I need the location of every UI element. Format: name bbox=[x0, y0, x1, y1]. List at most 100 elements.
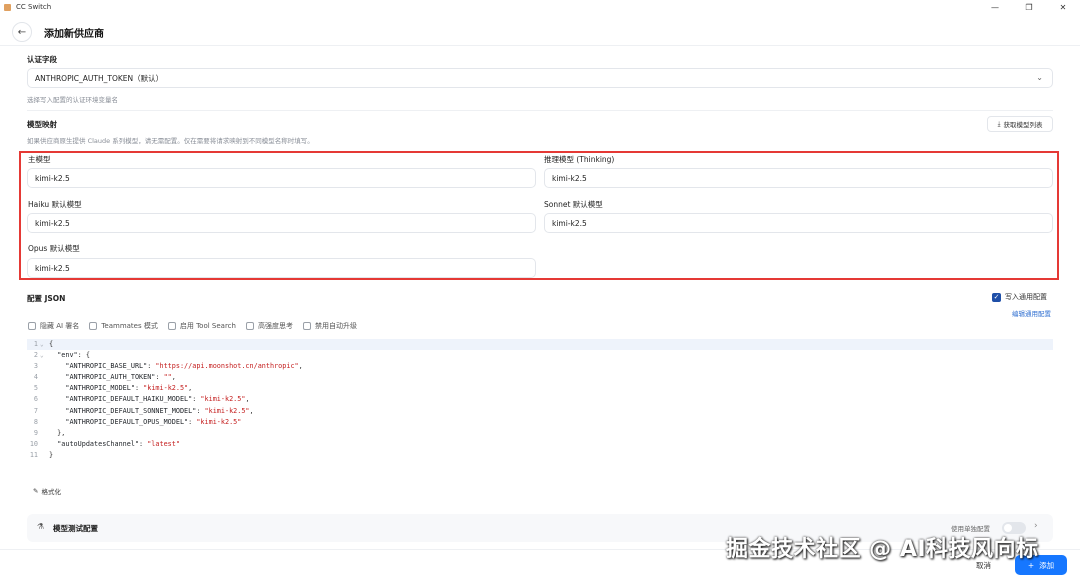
page-header: ← 添加新供应商 bbox=[0, 18, 1080, 46]
option-hide-ai-signature[interactable]: 隐藏 AI 署名 bbox=[28, 321, 79, 331]
code-key: "ANTHROPIC_AUTH_TOKEN" bbox=[65, 373, 156, 382]
close-window-button[interactable]: ✕ bbox=[1046, 0, 1080, 14]
fold-gutter bbox=[40, 372, 49, 383]
code-punct: , bbox=[298, 362, 303, 371]
reasoning-model-label: 推理模型 (Thinking) bbox=[544, 155, 615, 164]
checkbox-icon[interactable] bbox=[302, 322, 311, 330]
code-punct bbox=[49, 439, 57, 450]
fold-gutter bbox=[40, 450, 49, 461]
fetch-models-button[interactable]: ⤓ 获取模型列表 bbox=[987, 116, 1053, 132]
code-string: "kimi-k2.5" bbox=[200, 395, 246, 404]
code-line: 3 "ANTHROPIC_BASE_URL": "https://api.moo… bbox=[27, 361, 1053, 372]
fold-gutter bbox=[40, 361, 49, 372]
code-key: "ANTHROPIC_MODEL" bbox=[65, 384, 135, 393]
code-line: 8 "ANTHROPIC_DEFAULT_OPUS_MODEL": "kimi-… bbox=[27, 417, 1053, 428]
code-punct bbox=[49, 417, 65, 428]
code-punct bbox=[49, 372, 65, 383]
code-punct: : { bbox=[77, 351, 90, 360]
code-line: 6 "ANTHROPIC_DEFAULT_HAIKU_MODEL": "kimi… bbox=[27, 394, 1053, 405]
option-disable-auto-update[interactable]: 禁用自动升级 bbox=[302, 321, 357, 331]
line-number: 5 bbox=[33, 384, 38, 393]
code-line: 7 "ANTHROPIC_DEFAULT_SONNET_MODEL": "kim… bbox=[27, 406, 1053, 417]
option-tool-search[interactable]: 启用 Tool Search bbox=[167, 321, 236, 331]
fold-chevron-icon[interactable]: ⌄ bbox=[40, 350, 49, 361]
code-punct: , bbox=[245, 395, 250, 404]
opus-model-input[interactable]: kimi-k2.5 bbox=[27, 258, 536, 278]
edit-common-config-link[interactable]: 编辑通用配置 bbox=[1012, 308, 1051, 318]
code-punct: : bbox=[192, 395, 201, 404]
back-button[interactable]: ← bbox=[12, 22, 32, 42]
fold-gutter bbox=[40, 383, 49, 394]
line-number: 1 bbox=[33, 340, 38, 348]
restore-button[interactable]: ❐ bbox=[1012, 0, 1046, 14]
fetch-models-label: 获取模型列表 bbox=[1003, 121, 1043, 129]
checkbox-icon[interactable] bbox=[167, 322, 176, 330]
write-common-config[interactable]: ✓ 写入通用配置 bbox=[992, 292, 1047, 302]
auth-field-value: ANTHROPIC_AUTH_TOKEN（默认） bbox=[35, 73, 164, 83]
code-line: 5 "ANTHROPIC_MODEL": "kimi-k2.5", bbox=[27, 383, 1053, 394]
watermark: 掘金技术社区 @ AI科技风向标 bbox=[726, 537, 1039, 562]
auth-field-hint: 选择写入配置的认证环境变量名 bbox=[27, 96, 118, 104]
sonnet-model-label: Sonnet 默认模型 bbox=[544, 200, 603, 209]
code-key: "env" bbox=[57, 351, 78, 360]
json-code-editor[interactable]: 1 ⌄{2 ⌄ "env": {3 "ANTHROPIC_BASE_URL": "h… bbox=[27, 339, 1053, 463]
chevron-right-icon[interactable]: › bbox=[1034, 521, 1038, 531]
option-teammates-mode[interactable]: Teammates 模式 bbox=[89, 321, 158, 331]
sonnet-model-input[interactable]: kimi-k2.5 bbox=[544, 213, 1053, 233]
arrow-left-icon: ← bbox=[17, 26, 27, 38]
code-key: "ANTHROPIC_DEFAULT_HAIKU_MODEL" bbox=[65, 395, 193, 404]
code-punct bbox=[49, 406, 65, 417]
flask-icon: ⚗ bbox=[37, 522, 45, 531]
code-punct: , bbox=[188, 384, 193, 393]
code-punct bbox=[49, 361, 65, 372]
model-mapping-label: 模型映射 bbox=[27, 120, 57, 129]
code-line: 1 ⌄{ bbox=[27, 339, 1053, 351]
fold-chevron-icon[interactable]: ⌄ bbox=[40, 339, 49, 350]
auth-field-select[interactable]: ANTHROPIC_AUTH_TOKEN（默认） ⌄ bbox=[27, 68, 1053, 88]
checkbox-checked-icon[interactable]: ✓ bbox=[992, 292, 1001, 302]
title-bar: CC Switch — ❐ ✕ bbox=[0, 0, 1080, 14]
minimize-button[interactable]: — bbox=[978, 0, 1012, 14]
checkbox-icon[interactable] bbox=[89, 322, 98, 330]
code-string: "" bbox=[163, 373, 172, 382]
haiku-model-label: Haiku 默认模型 bbox=[28, 200, 82, 209]
code-key: "ANTHROPIC_BASE_URL" bbox=[65, 362, 148, 371]
option-high-effort-thinking[interactable]: 高强度思考 bbox=[245, 321, 293, 331]
code-punct: : bbox=[155, 373, 164, 382]
model-test-config-title: 模型测试配置 bbox=[53, 524, 98, 533]
checkbox-icon[interactable] bbox=[28, 322, 36, 330]
format-button[interactable]: ✎ 格式化 bbox=[33, 486, 61, 496]
code-line: 4 "ANTHROPIC_AUTH_TOKEN": "", bbox=[27, 372, 1053, 383]
line-number: 6 bbox=[33, 395, 38, 404]
line-number: 9 bbox=[33, 428, 38, 437]
haiku-model-input[interactable]: kimi-k2.5 bbox=[27, 213, 536, 233]
main-model-input[interactable]: kimi-k2.5 bbox=[27, 168, 536, 188]
magic-wand-icon: ✎ bbox=[33, 487, 39, 495]
code-punct: : bbox=[147, 362, 156, 371]
fold-gutter bbox=[40, 406, 49, 417]
line-number: 2 bbox=[33, 351, 38, 360]
opus-model-label: Opus 默认模型 bbox=[28, 244, 80, 253]
code-line: 9 }, bbox=[27, 428, 1053, 439]
add-button-label: 添加 bbox=[1039, 560, 1055, 570]
code-punct bbox=[49, 383, 65, 394]
chevron-down-icon: ⌄ bbox=[1036, 73, 1043, 82]
code-punct: } bbox=[49, 450, 54, 459]
format-label: 格式化 bbox=[41, 488, 61, 496]
config-options: 隐藏 AI 署名 Teammates 模式 启用 Tool Search 高强度… bbox=[28, 321, 357, 331]
code-punct: }, bbox=[49, 428, 66, 437]
window-controls: — ❐ ✕ bbox=[978, 0, 1080, 14]
reasoning-model-input[interactable]: kimi-k2.5 bbox=[544, 168, 1053, 188]
code-punct: { bbox=[49, 340, 54, 348]
divider bbox=[27, 110, 1053, 111]
code-string: "kimi-k2.5" bbox=[143, 384, 189, 393]
checkbox-icon[interactable] bbox=[245, 322, 254, 330]
code-line: 10 "autoUpdatesChannel": "latest" bbox=[27, 439, 1053, 450]
line-number: 7 bbox=[33, 406, 38, 415]
code-string: "kimi-k2.5" bbox=[204, 406, 250, 415]
auth-field-label: 认证字段 bbox=[27, 55, 57, 64]
fold-gutter bbox=[40, 428, 49, 439]
fold-gutter bbox=[40, 417, 49, 428]
code-punct bbox=[49, 350, 57, 361]
code-punct: : bbox=[196, 406, 205, 415]
